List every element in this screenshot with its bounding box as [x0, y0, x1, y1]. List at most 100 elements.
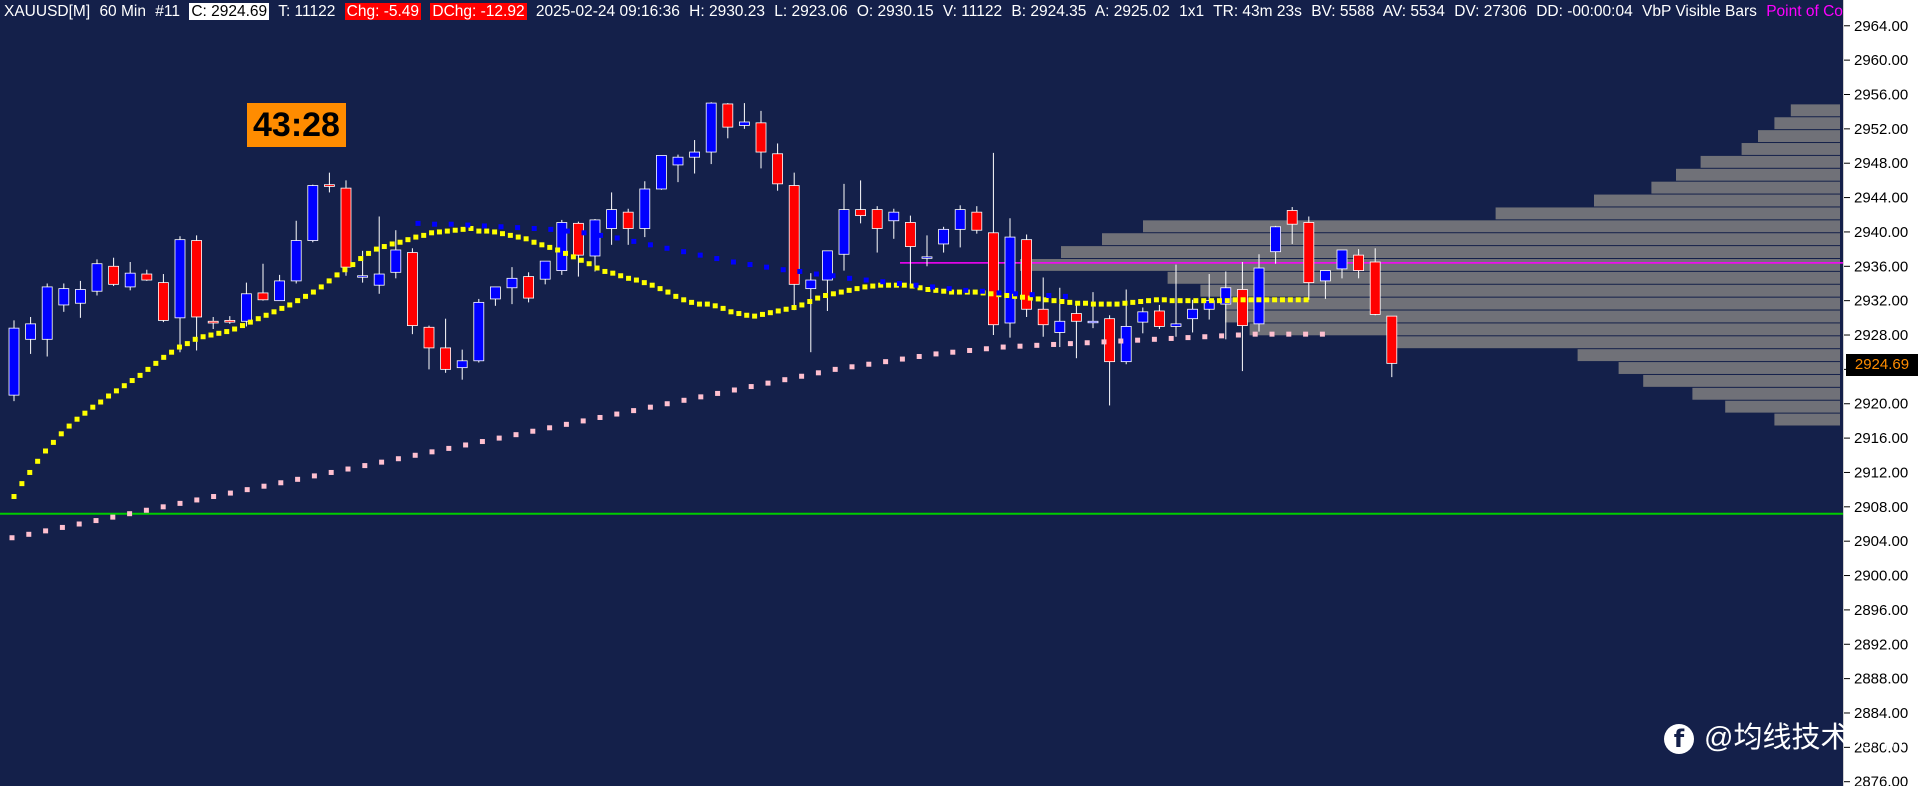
mid-ma-dot: [847, 275, 853, 281]
fast-ma-dot: [82, 410, 88, 416]
bear-candle: [755, 122, 767, 153]
slow-ma-dot: [446, 445, 452, 451]
slow-ma-dot: [496, 435, 502, 441]
price-tick-label: 2892.00: [1854, 636, 1908, 653]
bear-candle: [772, 153, 783, 185]
slow-ma-dot: [1319, 331, 1325, 337]
price-tick-label: 2908.00: [1854, 499, 1908, 516]
fast-ma-dot: [460, 226, 466, 232]
slow-ma-dot: [1202, 334, 1208, 340]
fast-ma-dot: [224, 329, 230, 335]
info-bar: XAUUSD[M] 60 Min #11 C: 2924.69 T: 11122…: [0, 0, 1843, 24]
bear-candle: [622, 211, 634, 229]
fast-ma-dot: [295, 298, 301, 304]
fast-ma-dot: [161, 354, 167, 360]
fast-ma-dot: [752, 313, 758, 319]
bear-candle: [440, 347, 452, 370]
slow-ma-dot: [1017, 343, 1023, 349]
bid-price: B: 2924.35: [1011, 3, 1087, 20]
mid-ma-dot: [863, 277, 869, 283]
fast-ma-dot: [334, 272, 340, 278]
fast-ma-dot: [925, 286, 931, 292]
bull-candle: [174, 239, 186, 319]
fast-ma-dot: [35, 458, 41, 464]
fast-ma-dot: [145, 366, 151, 372]
fast-ma-dot: [570, 254, 576, 260]
fast-ma-dot: [255, 316, 261, 322]
bull-candle: [639, 188, 651, 229]
low-price: L: 2923.06: [774, 3, 848, 20]
bear-candle: [1369, 261, 1381, 315]
bear-candle: [722, 103, 734, 128]
fast-ma-dot: [366, 250, 372, 256]
fast-ma-dot: [350, 262, 356, 268]
bid-volume: BV: 5588: [1311, 3, 1375, 20]
fast-ma-dot: [373, 246, 379, 252]
fast-ma-dot: [19, 481, 25, 487]
fast-ma-dot: [1106, 301, 1112, 307]
mid-ma-dot: [996, 290, 1002, 296]
fast-ma-dot: [342, 267, 348, 273]
bull-candle: [58, 288, 70, 306]
slow-ma-dot: [1067, 341, 1073, 347]
slow-ma-dot: [899, 356, 905, 362]
fast-ma-dot: [720, 305, 726, 311]
fast-ma-dot: [397, 239, 403, 245]
price-tick-label: 2936.00: [1854, 258, 1908, 275]
volume-profile-bar: [1618, 362, 1840, 374]
bear-candle: [1386, 315, 1398, 364]
fast-ma-dot: [58, 431, 64, 437]
fast-ma-dot: [358, 256, 364, 262]
daily-change-value: DChg: -12.92: [430, 3, 527, 20]
volume-profile-bar: [1676, 168, 1840, 181]
price-axis[interactable]: 2876.00 2880.00 2884.00 2888.00 2892.00 2896.…: [1843, 0, 1920, 786]
fast-ma-dot: [1279, 297, 1285, 303]
fast-ma-dot: [602, 268, 608, 274]
slow-ma-dot: [59, 524, 65, 530]
slow-ma-dot: [160, 504, 166, 510]
fast-ma-dot: [310, 289, 316, 295]
bar-count: #11: [155, 3, 180, 20]
fast-ma-dot: [27, 469, 33, 475]
bull-candle: [838, 209, 850, 255]
datetime-label: 2025-02-24 09:16:36: [535, 3, 680, 20]
bull-candle: [589, 219, 601, 257]
slow-ma-dot: [815, 370, 821, 376]
fast-ma-dot: [838, 289, 844, 295]
bear-candle: [1071, 313, 1082, 322]
slow-ma-dot: [1235, 332, 1241, 338]
slow-ma-dot: [799, 373, 805, 379]
bear-candle: [573, 222, 584, 256]
fast-ma-dot: [783, 306, 789, 312]
bull-candle: [705, 102, 717, 153]
slow-ma-dot: [278, 480, 284, 486]
slow-ma-dot: [883, 359, 889, 365]
slow-ma-dot: [194, 497, 200, 503]
slow-ma-dot: [295, 476, 301, 482]
bear-candle: [224, 320, 236, 323]
watermark: f @均线技术分析: [1664, 718, 1907, 758]
bull-candle: [1120, 326, 1132, 363]
fast-ma-dot: [1232, 297, 1238, 303]
fast-ma-dot: [1224, 298, 1230, 304]
fast-ma-dot: [610, 270, 616, 276]
ratio-label: 1x1: [1179, 3, 1205, 20]
slow-ma-dot: [597, 414, 603, 420]
fast-ma-dot: [1201, 298, 1207, 304]
bull-candle: [921, 256, 933, 259]
bull-candle: [373, 273, 385, 286]
fast-ma-dot: [1138, 299, 1144, 305]
mid-ma-dot: [1029, 292, 1035, 298]
fast-ma-dot: [318, 284, 324, 290]
price-tick-label: 2940.00: [1854, 224, 1908, 241]
bar-countdown-timer: 43:28: [247, 103, 346, 147]
close-price: C: 2924.69: [189, 3, 270, 20]
volume-profile-bar: [1200, 284, 1840, 297]
fast-ma-dot: [901, 282, 907, 288]
bear-candle: [323, 184, 335, 187]
fast-ma-dot: [389, 241, 395, 247]
slow-ma-dot: [731, 387, 737, 393]
slow-ma-dot: [1269, 331, 1275, 337]
fast-ma-dot: [547, 244, 553, 250]
fast-ma-dot: [515, 234, 521, 240]
